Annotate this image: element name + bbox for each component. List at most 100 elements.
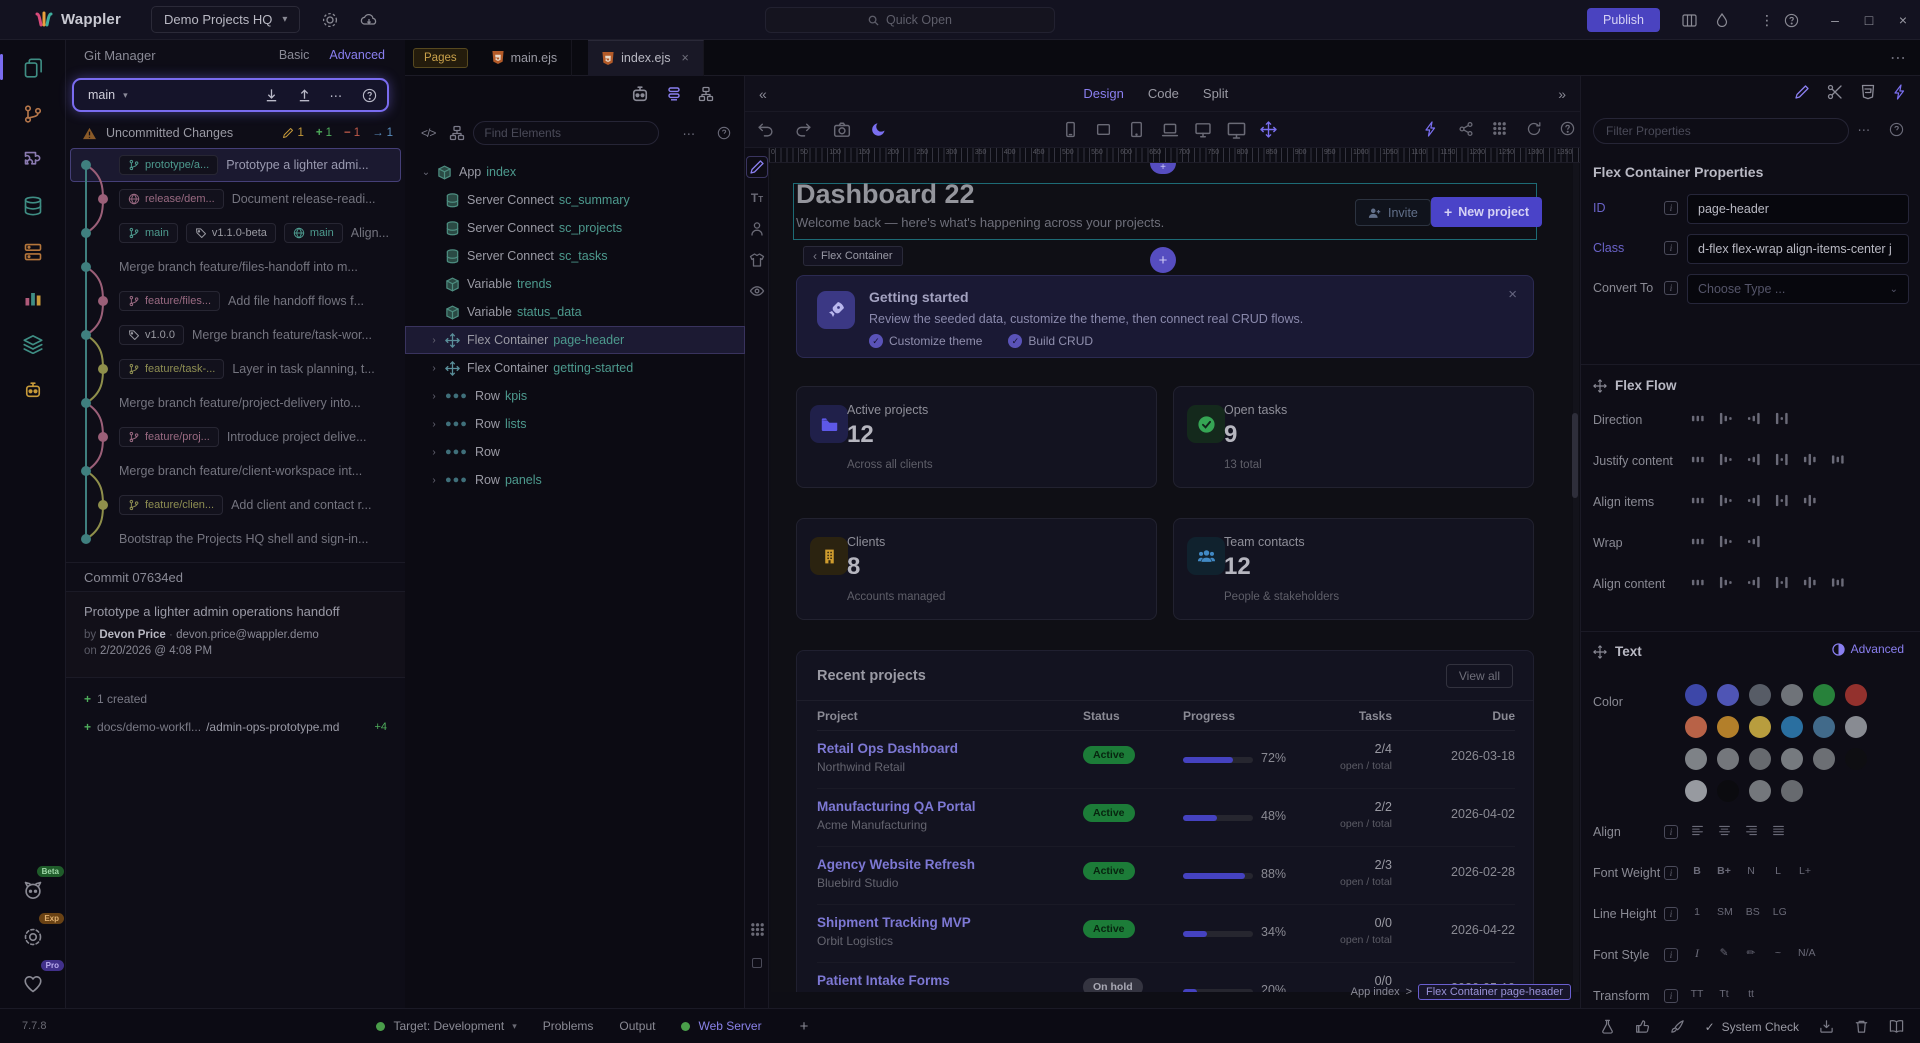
ref-tag-tag[interactable]: v1.0.0: [119, 325, 184, 345]
tab-overflow-icon[interactable]: ⋯: [1890, 48, 1906, 68]
font-style-option[interactable]: ~: [1768, 943, 1788, 963]
target-selector[interactable]: Target: Development ▾: [376, 1019, 516, 1033]
tree-item-sc_tasks[interactable]: Server Connectsc_tasks: [405, 242, 745, 270]
tv-icon[interactable]: [1227, 121, 1246, 140]
problems-button[interactable]: Problems: [543, 1019, 594, 1033]
trash-icon[interactable]: [1854, 1019, 1869, 1034]
grid-icon[interactable]: [1492, 121, 1507, 136]
font-weight-option[interactable]: B: [1687, 861, 1707, 881]
tree-expander-icon[interactable]: ›: [429, 335, 439, 346]
commit-file-row[interactable]: + docs/demo-workfl... /admin-ops-prototy…: [84, 720, 387, 734]
window-icon[interactable]: [449, 125, 465, 141]
line-height-option[interactable]: LG: [1770, 902, 1790, 922]
collapse-left-icon[interactable]: «: [759, 86, 767, 102]
undo-icon[interactable]: [757, 121, 774, 138]
transform-option[interactable]: TT: [1687, 984, 1707, 1004]
git-mode-advanced[interactable]: Advanced: [329, 48, 385, 62]
git-more-icon[interactable]: ⋯: [330, 88, 345, 103]
color-swatch[interactable]: [1717, 748, 1739, 770]
invite-button[interactable]: Invite: [1355, 199, 1431, 226]
rail-item-chart[interactable]: [0, 278, 66, 318]
color-swatch[interactable]: [1781, 780, 1803, 802]
tree-expander-icon[interactable]: ›: [429, 475, 439, 486]
commit-row[interactable]: feature/task-...Layer in task planning, …: [70, 352, 401, 386]
color-swatch[interactable]: [1685, 780, 1707, 802]
view-mode-design[interactable]: Design: [1083, 86, 1123, 101]
find-elements-input[interactable]: Find Elements: [473, 121, 659, 145]
line-height-option[interactable]: 1: [1687, 902, 1707, 922]
align-center-icon[interactable]: [1714, 820, 1734, 840]
project-selector[interactable]: Demo Projects HQ ▾: [151, 6, 300, 33]
ref-tag-branch[interactable]: main: [119, 223, 178, 243]
camera-icon[interactable]: [833, 121, 851, 139]
close-tab-icon[interactable]: ×: [682, 51, 689, 65]
window-minimize-button[interactable]: –: [1818, 12, 1852, 28]
align-items-option-icon[interactable]: [1715, 490, 1736, 510]
commit-row[interactable]: mainv1.1.0-betamainAlign...: [70, 216, 401, 250]
sitemap-icon[interactable]: [698, 84, 714, 104]
uncommitted-changes-row[interactable]: Uncommitted Changes 1+1−1→1: [66, 120, 405, 146]
field-id[interactable]: page-header: [1687, 194, 1909, 224]
git-pull-icon[interactable]: [264, 88, 279, 103]
align-items-option-icon[interactable]: [1799, 490, 1820, 510]
tree-item-kpis[interactable]: ›●●●Rowkpis: [405, 382, 745, 410]
refresh-icon[interactable]: [1526, 121, 1542, 137]
align-content-option-icon[interactable]: [1687, 572, 1708, 592]
props-more-icon[interactable]: ⋯: [1858, 122, 1871, 137]
rail-item-git[interactable]: [0, 94, 66, 134]
view-all-button[interactable]: View all: [1446, 664, 1513, 688]
layers-purple-icon[interactable]: [666, 84, 682, 104]
getting-started-check[interactable]: ✓Customize theme: [869, 334, 982, 348]
commit-row[interactable]: Merge branch feature/client-workspace in…: [70, 454, 401, 488]
tree-item-row[interactable]: ›●●●Row: [405, 438, 745, 466]
color-swatch[interactable]: [1749, 684, 1771, 706]
window-maximize-button[interactable]: □: [1852, 12, 1886, 28]
rail-item-exp[interactable]: Exp: [0, 917, 66, 957]
pages-badge[interactable]: Pages: [413, 48, 468, 68]
kebab-menu-icon[interactable]: ⋮: [1750, 12, 1784, 29]
color-swatch[interactable]: [1781, 748, 1803, 770]
table-row[interactable]: Shipment Tracking MVP Orbit Logistics Ac…: [817, 905, 1515, 963]
bolt-icon[interactable]: [1893, 84, 1906, 100]
align-left-icon[interactable]: [1687, 820, 1707, 840]
project-link[interactable]: Patient Intake Forms: [817, 973, 950, 988]
publish-button[interactable]: Publish: [1587, 8, 1660, 32]
tree-expander-icon[interactable]: ⌄: [421, 167, 431, 178]
ref-tag-globe[interactable]: release/dem...: [119, 189, 224, 209]
system-check-button[interactable]: ✓System Check: [1705, 1020, 1799, 1034]
close-icon[interactable]: ×: [1508, 286, 1517, 303]
tree-expander-icon[interactable]: ›: [429, 419, 439, 430]
rail-item-layers[interactable]: [0, 324, 66, 364]
font-weight-option[interactable]: L: [1768, 861, 1788, 881]
bolt-icon[interactable]: [1424, 121, 1437, 137]
app-help-icon[interactable]: [717, 126, 731, 140]
transform-option[interactable]: tt: [1741, 984, 1761, 1004]
table-row[interactable]: Retail Ops Dashboard Northwind Retail Ac…: [817, 731, 1515, 789]
laptop-icon[interactable]: [1161, 121, 1179, 139]
color-swatch[interactable]: [1749, 716, 1771, 738]
selected-element-tag[interactable]: ‹ Flex Container: [803, 246, 903, 266]
commit-row[interactable]: Merge branch feature/project-delivery in…: [70, 386, 401, 420]
font-style-option[interactable]: ✎: [1714, 943, 1734, 963]
tree-expander-icon[interactable]: ›: [429, 391, 439, 402]
color-swatch[interactable]: [1717, 716, 1739, 738]
output-button[interactable]: Output: [619, 1019, 655, 1033]
tree-item-index[interactable]: ⌄Appindex: [405, 158, 745, 186]
font-style-option[interactable]: I: [1687, 943, 1707, 963]
commit-row[interactable]: feature/files...Add file handoff flows f…: [70, 284, 401, 318]
color-swatch[interactable]: [1685, 684, 1707, 706]
color-swatch[interactable]: [1781, 684, 1803, 706]
color-swatch[interactable]: [1813, 684, 1835, 706]
web-server-button[interactable]: Web Server: [681, 1019, 761, 1033]
git-mode-basic[interactable]: Basic: [279, 48, 310, 62]
project-link[interactable]: Agency Website Refresh: [817, 857, 975, 872]
align-content-option-icon[interactable]: [1827, 572, 1848, 592]
commit-row[interactable]: v1.0.0Merge branch feature/task-wor...: [70, 318, 401, 352]
getting-started-check[interactable]: ✓Build CRUD: [1008, 334, 1093, 348]
commit-row[interactable]: prototype/a...Prototype a lighter admi..…: [70, 148, 401, 182]
monitor-icon[interactable]: [1194, 121, 1212, 139]
font-weight-option[interactable]: B+: [1714, 861, 1734, 881]
add-element-handle-top[interactable]: +: [1150, 163, 1176, 174]
align-items-option-icon[interactable]: [1771, 490, 1792, 510]
direction-option-icon[interactable]: [1771, 408, 1792, 428]
